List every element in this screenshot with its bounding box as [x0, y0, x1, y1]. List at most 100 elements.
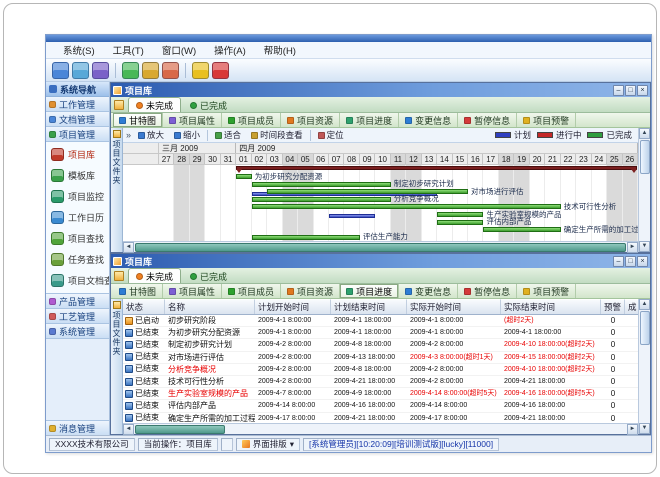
vscroll-thumb[interactable]	[640, 311, 650, 345]
gantt-tool-locate[interactable]: 定位	[315, 129, 347, 142]
window-titlebar[interactable]: 项目库 – □ ×	[111, 254, 650, 268]
gantt-tool-zoom-in[interactable]: 放大	[135, 129, 167, 142]
lock-icon[interactable]	[192, 62, 209, 79]
tab-members[interactable]: 项目成员	[222, 113, 281, 127]
column-header-done-pct[interactable]: 成	[625, 299, 638, 314]
table-row-8[interactable]: 已结束评估内部产品2009-4-14 8:00:002009-4-16 18:0…	[123, 400, 638, 412]
gantt-bar-evaluate-internal-product[interactable]	[437, 220, 483, 225]
table-row-5[interactable]: 已结束分析竞争概况2009-4-2 8:00:002009-4-8 18:00:…	[123, 364, 638, 376]
scroll-up-icon[interactable]: ▲	[639, 128, 650, 139]
sidebar-item-project-library[interactable]: 项目库	[46, 144, 109, 165]
menu-actions[interactable]: 操作(A)	[205, 43, 255, 57]
tab-alerts[interactable]: 项目预警	[517, 113, 576, 127]
sidebar-footer-message-mgmt[interactable]: 消息管理	[46, 420, 109, 435]
app-titlebar[interactable]	[46, 35, 651, 42]
tab-members[interactable]: 项目成员	[222, 284, 281, 298]
restore-button[interactable]: □	[625, 256, 636, 267]
sidebar-section-project-mgmt[interactable]: 项目管理	[46, 127, 109, 142]
table-row-2[interactable]: 已结束为初步研究分配资源2009-4-1 8:00:002009-4-1 18:…	[123, 327, 638, 339]
sidebar-section-work-mgmt[interactable]: 工作管理	[46, 97, 109, 112]
column-header-status[interactable]: 状态	[123, 299, 165, 314]
table-row-1[interactable]: 已启动初步研究阶段2009-4-1 8:00:002009-4-1 18:00:…	[123, 315, 638, 327]
gantt-tool-fit[interactable]: 适合	[212, 129, 244, 142]
tab-properties[interactable]: 项目属性	[163, 113, 222, 127]
column-header-actual-start[interactable]: 实际开始时间	[407, 299, 501, 314]
close-button[interactable]: ×	[637, 85, 648, 96]
gantt-tool-time-range[interactable]: 时间段查看	[248, 129, 306, 142]
window-titlebar[interactable]: 项目库 – □ ×	[111, 83, 650, 97]
scroll-right-icon[interactable]: ►	[627, 242, 638, 253]
scroll-up-icon[interactable]: ▲	[639, 299, 650, 310]
hscroll-thumb[interactable]	[135, 243, 626, 252]
scroll-left-icon[interactable]: ◄	[123, 242, 134, 253]
filter-tab-finished[interactable]: 已完成	[183, 269, 234, 283]
sidebar-item-project-doc-search[interactable]: 项目文档查找	[46, 270, 109, 291]
gantt-vscrollbar[interactable]: ▲ ▼	[638, 128, 650, 252]
overflow-chevron-icon[interactable]: »	[126, 130, 131, 140]
table-row-3[interactable]: 已结束制定初步研究计划2009-4-2 8:00:002009-4-8 18:0…	[123, 339, 638, 351]
column-header-plan-end[interactable]: 计划结束时间	[331, 299, 407, 314]
gantt-bar-tech-feasibility[interactable]	[252, 204, 561, 209]
scroll-left-icon[interactable]: ◄	[123, 424, 134, 435]
open-icon[interactable]	[72, 62, 89, 79]
tab-gantt[interactable]: 甘特图	[113, 113, 163, 127]
tab-gantt[interactable]: 甘特图	[113, 284, 163, 298]
side-tab-project-folders[interactable]: 项目文件夹	[111, 128, 123, 252]
tab-alerts[interactable]: 项目预警	[517, 284, 576, 298]
column-header-warn[interactable]: 预警	[601, 299, 625, 314]
sidebar-item-work-calendar[interactable]: 工作日历	[46, 207, 109, 228]
table-row-7[interactable]: 已结束生产实验室规模的产品2009-4-7 8:00:002009-4-9 18…	[123, 388, 638, 400]
scroll-right-icon[interactable]: ►	[627, 424, 638, 435]
column-header-name[interactable]: 名称	[165, 299, 255, 314]
filter-tab-unfinished[interactable]: 未完成	[128, 268, 181, 283]
filter-tab-unfinished[interactable]: 未完成	[128, 97, 181, 112]
sidebar-item-task-search[interactable]: 任务查找	[46, 249, 109, 270]
table-hscrollbar[interactable]: ◄ ►	[123, 423, 638, 434]
tab-pauses[interactable]: 暂停信息	[458, 113, 517, 127]
tab-progress[interactable]: 项目进度	[340, 113, 399, 127]
table-row-4[interactable]: 已结束对市场进行评估2009-4-2 8:00:002009-4-13 18:0…	[123, 352, 638, 364]
tab-properties[interactable]: 项目属性	[163, 284, 222, 298]
tab-changes[interactable]: 变更信息	[399, 113, 458, 127]
sidebar-item-project-monitor[interactable]: 项目监控	[46, 186, 109, 207]
sidebar-section-process-mgmt[interactable]: 工艺管理	[46, 309, 109, 324]
column-header-actual-end[interactable]: 实际结束时间	[501, 299, 601, 314]
chart-icon[interactable]	[162, 62, 179, 79]
scroll-down-icon[interactable]: ▼	[639, 423, 650, 434]
gantt-bar-assign-resources[interactable]	[236, 174, 251, 179]
mail-icon[interactable]	[142, 62, 159, 79]
scroll-down-icon[interactable]: ▼	[639, 241, 650, 252]
refresh-icon[interactable]	[122, 62, 139, 79]
column-header-plan-start[interactable]: 计划开始时间	[255, 299, 331, 314]
hscroll-thumb[interactable]	[135, 425, 225, 434]
sidebar-section-system-mgmt[interactable]: 系统管理	[46, 324, 109, 339]
table-row-9[interactable]: 已结束确定生产所需的加工过程2009-4-17 8:00:002009-4-21…	[123, 413, 638, 424]
sidebar-item-template-library[interactable]: 模板库	[46, 165, 109, 186]
minimize-button[interactable]: –	[613, 256, 624, 267]
gantt-bar-define-processing[interactable]	[483, 227, 560, 232]
gantt-tool-zoom-out[interactable]: 缩小	[171, 129, 203, 142]
side-tab-project-folders[interactable]: 项目文件夹	[111, 299, 123, 434]
tab-changes[interactable]: 变更信息	[399, 284, 458, 298]
gantt-bar-phase-initial-research[interactable]	[236, 166, 637, 170]
table-vscrollbar[interactable]: ▲ ▼	[638, 299, 650, 434]
tab-resources[interactable]: 项目资源	[281, 113, 340, 127]
layout-selector[interactable]: 界面排版 ▾	[236, 438, 300, 451]
gantt-bar-evaluate-capacity[interactable]	[252, 235, 360, 240]
gantt-hscrollbar[interactable]: ◄ ►	[123, 241, 638, 252]
sidebar-section-doc-mgmt[interactable]: 文档管理	[46, 112, 109, 127]
sidebar-item-project-search[interactable]: 项目查找	[46, 228, 109, 249]
minimize-button[interactable]: –	[613, 85, 624, 96]
restore-button[interactable]: □	[625, 85, 636, 96]
tab-pauses[interactable]: 暂停信息	[458, 284, 517, 298]
menu-system[interactable]: 系统(S)	[54, 43, 104, 57]
gantt-bar-make-research-plan[interactable]	[252, 182, 391, 187]
exit-icon[interactable]	[212, 62, 229, 79]
menu-window[interactable]: 窗口(W)	[153, 43, 205, 57]
filter-tab-finished[interactable]: 已完成	[183, 98, 234, 112]
vscroll-thumb[interactable]	[640, 140, 650, 174]
tab-resources[interactable]: 项目资源	[281, 284, 340, 298]
home-icon[interactable]	[52, 62, 69, 79]
gantt-bar-competition-analysis[interactable]	[252, 197, 391, 202]
close-button[interactable]: ×	[637, 256, 648, 267]
